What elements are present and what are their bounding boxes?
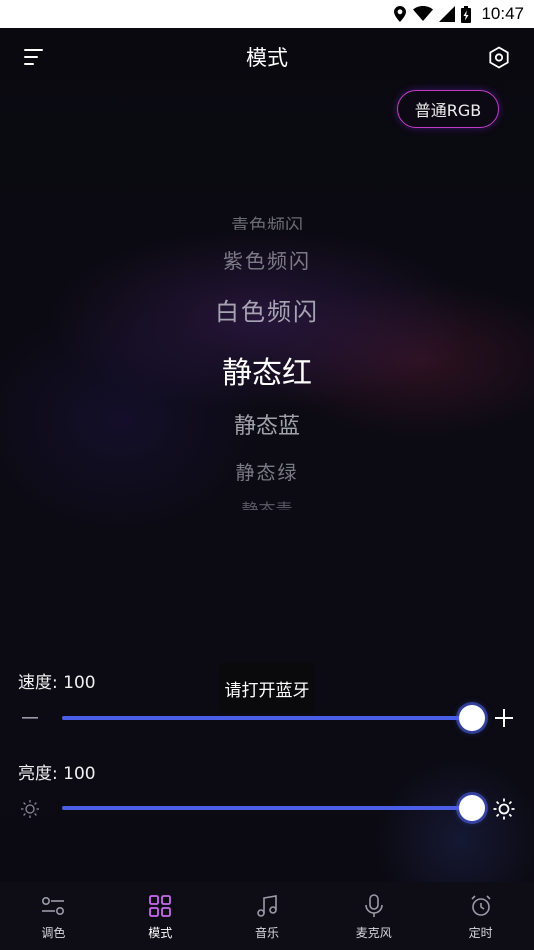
minus-icon[interactable] (21, 709, 39, 731)
mode-option[interactable]: 静态青 (0, 496, 534, 510)
location-icon (394, 6, 407, 22)
tab-mode[interactable]: 模式 (107, 882, 214, 950)
music-note-icon (256, 894, 278, 918)
brightness-low-icon[interactable] (20, 799, 40, 823)
mode-option[interactable]: 紫色频闪 (0, 245, 534, 274)
mode-option-selected[interactable]: 静态红 (0, 348, 534, 392)
tab-color[interactable]: 调色 (0, 882, 107, 950)
mode-option[interactable]: 青色频闪 (0, 212, 534, 230)
mode-option[interactable]: 静态蓝 (0, 408, 534, 440)
wifi-icon (413, 6, 434, 21)
mode-option[interactable]: 白色频闪 (0, 292, 534, 327)
status-time: 10:47 (481, 4, 524, 23)
microphone-icon (364, 894, 384, 918)
tab-timer[interactable]: 定时 (427, 882, 534, 950)
settings-hexagon-icon[interactable] (488, 46, 510, 74)
battery-charging-icon (461, 5, 472, 23)
mode-option[interactable]: 静态绿 (0, 458, 534, 485)
slider-fill (62, 806, 472, 810)
status-bar: 10:47 (0, 0, 534, 28)
signal-icon (439, 6, 456, 22)
speed-slider[interactable] (62, 705, 485, 731)
tab-label: 定时 (468, 926, 493, 940)
speed-label: 速度: 100 (18, 673, 96, 693)
toast-message: 请打开蓝牙 (219, 663, 315, 713)
bottom-tab-bar: 调色 模式 音乐 麦克风 定时 (0, 882, 534, 950)
tab-microphone[interactable]: 麦克风 (320, 882, 427, 950)
mode-picker[interactable]: 青色频闪 紫色频闪 白色频闪 静态红 静态蓝 静态绿 静态青 (0, 210, 534, 510)
tab-label: 麦克风 (355, 926, 392, 940)
grid-icon (148, 894, 172, 918)
rgb-mode-button[interactable]: 普通RGB (397, 90, 499, 128)
alarm-clock-icon (469, 894, 493, 918)
plus-icon[interactable] (495, 709, 513, 731)
brightness-slider[interactable] (62, 795, 485, 821)
menu-icon[interactable] (24, 48, 44, 70)
tab-label: 音乐 (254, 926, 279, 940)
slider-thumb[interactable] (459, 705, 485, 731)
sliders-icon (40, 894, 66, 918)
brightness-label: 亮度: 100 (18, 764, 96, 784)
tab-music[interactable]: 音乐 (214, 882, 321, 950)
slider-thumb[interactable] (459, 795, 485, 821)
page-title: 模式 (246, 46, 288, 70)
slider-fill (62, 716, 472, 720)
tab-label: 调色 (41, 926, 66, 940)
brightness-high-icon[interactable] (493, 798, 515, 824)
app-bar: 模式 (0, 28, 534, 86)
tab-label: 模式 (148, 926, 173, 940)
